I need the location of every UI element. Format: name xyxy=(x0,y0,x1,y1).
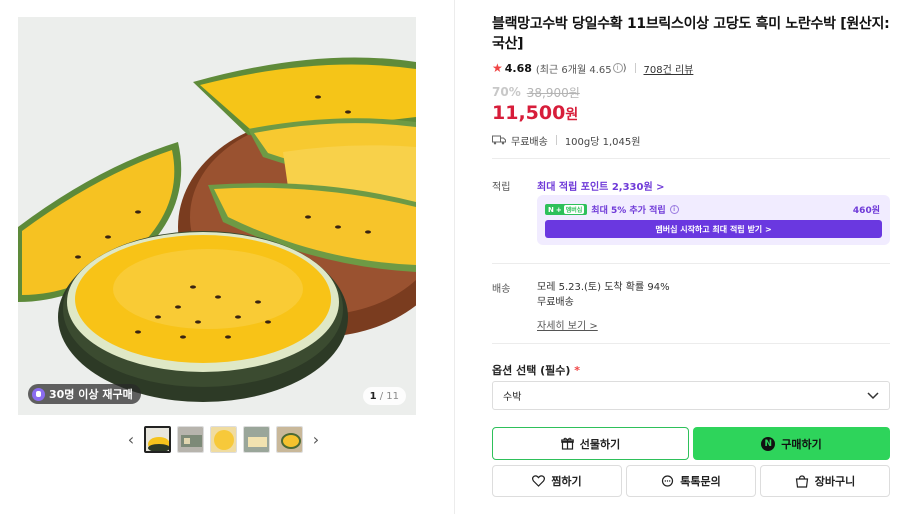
repurchase-icon xyxy=(32,387,45,401)
cart-button-label: 장바구니 xyxy=(814,475,856,488)
membership-start-button[interactable]: 멤버십 시작하고 최대 적립 받기 > xyxy=(545,220,882,238)
talk-button-label: 톡톡문의 xyxy=(680,475,721,488)
chevron-left-icon[interactable]: ‹ xyxy=(124,425,138,453)
wish-button[interactable]: 찜하기 xyxy=(492,465,622,497)
column-divider xyxy=(454,0,455,514)
product-main-image[interactable]: 30명 이상 재구매 1 / 11 xyxy=(18,17,416,415)
shipping-row: 무료배송 100g당 1,045원 xyxy=(492,132,890,148)
buy-button[interactable]: N 구매하기 xyxy=(693,427,890,460)
points-label: 적립 xyxy=(492,182,511,193)
product-title: 블랙망고수박 당일수확 11브릭스이상 고당도 흑미 노란수박 [원산지: 국산… xyxy=(492,16,890,52)
talk-inquiry-button[interactable]: 톡톡문의 xyxy=(626,465,756,497)
sale-price-value: 11,500 xyxy=(492,102,566,124)
membership-amount: 460원 xyxy=(852,206,880,216)
thumbnail[interactable] xyxy=(276,425,303,453)
wish-button-label: 찜하기 xyxy=(551,475,582,488)
sale-price: 11,500원 xyxy=(492,102,890,128)
rating-value: 4.68 xyxy=(504,61,532,75)
gift-button-label: 선물하기 xyxy=(579,437,621,451)
naver-plus-badge: N + 멤버십 xyxy=(545,204,588,215)
watermelon-photo xyxy=(18,17,416,415)
option-label-text: 옵션 선택 (필수) xyxy=(492,364,571,377)
chat-icon xyxy=(662,474,674,487)
review-count-link[interactable]: 708건 리뷰 xyxy=(644,61,694,76)
cart-button[interactable]: 장바구니 xyxy=(760,465,890,497)
thumbnail-strip: ‹ › xyxy=(124,425,323,453)
membership-box: N + 멤버십 최대 5% 추가 적립 i 460원 멤버십 시작하고 최대 적립… xyxy=(537,195,890,245)
chevron-down-icon xyxy=(867,391,879,399)
membership-extra-row: N + 멤버십 최대 5% 추가 적립 i xyxy=(545,203,679,216)
page-current: 1 xyxy=(369,390,377,402)
discount-rate: 70% xyxy=(492,85,521,99)
chevron-right-icon[interactable]: › xyxy=(309,425,323,453)
rating-recent: (최근 6개월 4.65 xyxy=(535,64,612,76)
original-price: 38,900원 xyxy=(526,85,580,100)
gift-button[interactable]: 선물하기 xyxy=(492,427,689,460)
page-total: 11 xyxy=(386,390,399,402)
arrival-estimate: 모레 5.23.(토) 도착 확률 94% xyxy=(537,282,670,293)
naver-n-icon: N xyxy=(761,436,776,451)
divider xyxy=(492,343,890,344)
rebuy-badge: 30명 이상 재구매 xyxy=(28,384,141,404)
max-points-link[interactable]: 최대 적립 포인트 2,330원 > xyxy=(537,178,665,193)
gift-icon xyxy=(560,437,574,450)
star-icon: ★ xyxy=(492,61,503,75)
delivery-label: 배송 xyxy=(492,284,511,295)
truck-icon xyxy=(492,135,506,145)
option-selected-value: 수박 xyxy=(503,392,522,403)
discount-row: 70% 38,900원 xyxy=(492,84,890,100)
thumbnail[interactable] xyxy=(177,425,204,453)
rebuy-badge-label: 30명 이상 재구매 xyxy=(49,388,133,401)
membership-tag: 멤버십 xyxy=(563,205,585,214)
info-icon[interactable]: i xyxy=(612,63,623,73)
product-info: 블랙망고수박 당일수확 11브릭스이상 고당도 흑미 노란수박 [원산지: 국산… xyxy=(492,14,890,148)
shipping-fee: 무료배송 xyxy=(511,136,548,148)
buy-button-label: 구매하기 xyxy=(781,437,822,451)
thumbnail[interactable] xyxy=(210,425,237,453)
sale-price-unit: 원 xyxy=(565,107,579,123)
delivery-detail-link[interactable]: 자세히 보기 > xyxy=(537,317,598,332)
required-mark: * xyxy=(574,364,581,377)
membership-extra-label: 최대 5% 추가 적립 xyxy=(591,206,666,216)
delivery-fee: 무료배송 xyxy=(537,297,574,308)
cart-icon xyxy=(795,474,808,488)
rating-row: ★ 4.68 (최근 6개월 4.65 i ) 708건 리뷰 xyxy=(492,61,694,76)
unit-price: 100g당 1,045원 xyxy=(564,136,641,148)
option-select[interactable]: 수박 xyxy=(492,381,890,410)
heart-icon xyxy=(532,475,546,487)
delivery-info: 모레 5.23.(토) 도착 확률 94% 무료배송 xyxy=(537,280,670,310)
thumbnail[interactable] xyxy=(243,425,270,453)
divider xyxy=(492,158,890,159)
option-label: 옵션 선택 (필수) * xyxy=(492,362,580,378)
info-icon[interactable]: i xyxy=(669,205,679,214)
divider xyxy=(492,263,890,264)
thumbnail[interactable] xyxy=(144,425,171,453)
image-page-counter: 1 / 11 xyxy=(362,387,406,405)
